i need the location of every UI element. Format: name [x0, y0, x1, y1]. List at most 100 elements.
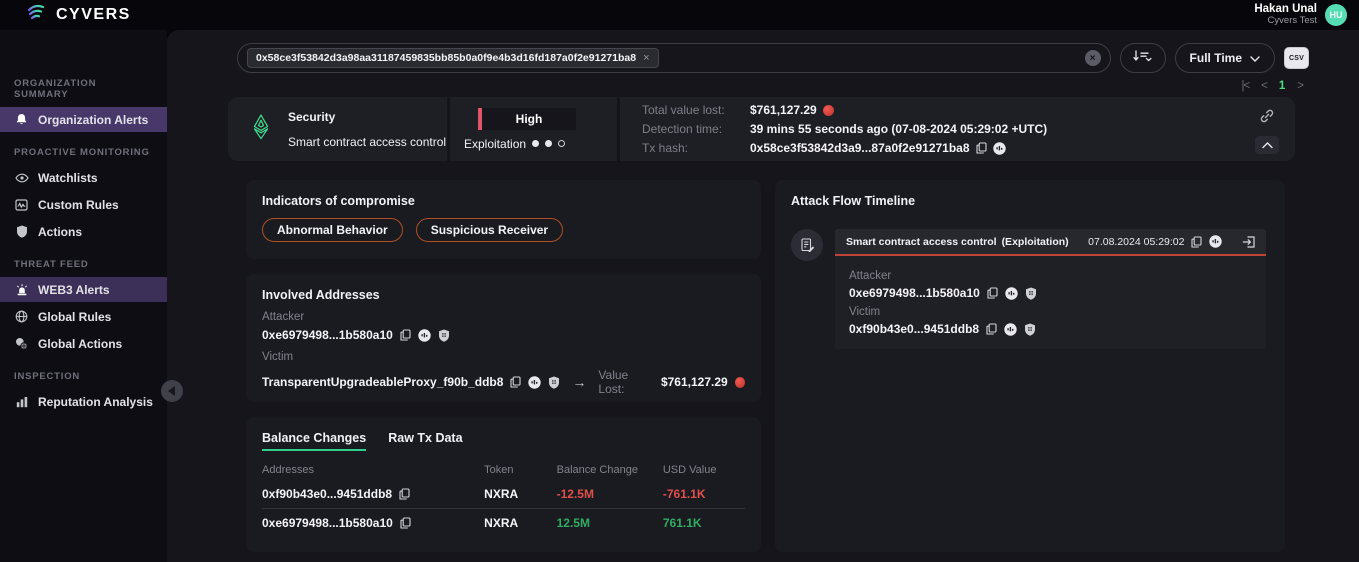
search-chip-text: 0x58ce3f53842d3a98aa31187459835bb85b0a0f… [256, 52, 636, 64]
main-content: 0x58ce3f53842d3a98aa31187459835bb85b0a0f… [167, 30, 1359, 562]
total-value-lost-label: Total value lost: [642, 102, 750, 118]
sort-button[interactable] [1120, 43, 1166, 73]
shield-scan-icon[interactable] [1025, 287, 1037, 300]
rules-chart-icon [14, 199, 29, 211]
indicators-title: Indicators of compromise [262, 194, 745, 208]
total-value-lost: $761,127.29 [750, 102, 817, 118]
time-filter-value: Full Time [1190, 51, 1242, 65]
timeline-event-header: Smart contract access control (Exploitat… [835, 229, 1266, 256]
sidebar-item-custom-rules[interactable]: Custom Rules [0, 192, 167, 217]
copy-icon[interactable] [986, 323, 997, 335]
timeline-title: Attack Flow Timeline [791, 194, 1269, 208]
sidebar-item-watchlists[interactable]: Watchlists [0, 165, 167, 190]
severity-badge: High [478, 108, 576, 130]
shield-scan-icon[interactable] [548, 376, 560, 389]
row-token: NXRA [484, 487, 556, 501]
shield-icon [14, 225, 29, 238]
victim-label: Victim [849, 306, 1252, 318]
sidebar-item-label: Actions [38, 225, 82, 239]
phase-dot-hollow [558, 140, 565, 147]
copy-icon[interactable] [399, 488, 410, 500]
row-balance-change: -12.5M [557, 487, 663, 501]
search-filter-chip[interactable]: 0x58ce3f53842d3a98aa31187459835bb85b0a0f… [247, 48, 659, 68]
sidebar: ORGANIZATION SUMMARY Organization Alerts… [0, 30, 167, 562]
row-address: 0xe6979498...1b580a10 [262, 516, 393, 530]
copy-icon[interactable] [510, 376, 521, 388]
table-row: 0xf90b43e0...9451ddb8 NXRA -12.5M -761.1… [262, 480, 745, 508]
sidebar-item-actions[interactable]: Actions [0, 219, 167, 244]
etherscan-icon[interactable] [1004, 323, 1017, 336]
export-csv-button[interactable]: CSV [1284, 47, 1309, 69]
row-balance-change: 12.5M [557, 516, 663, 530]
copy-icon[interactable] [976, 142, 987, 154]
etherscan-icon[interactable] [993, 142, 1006, 155]
row-usd-value: 761.1K [663, 516, 745, 530]
value-lost-label: Value Lost: [598, 368, 654, 396]
copy-icon[interactable] [987, 287, 998, 299]
collapse-alert-button[interactable] [1255, 136, 1279, 154]
user-menu[interactable]: Hakan Unal Cyvers Test HU [1254, 3, 1347, 27]
etherscan-icon[interactable] [418, 329, 431, 342]
section-inspection: INSPECTION [14, 371, 153, 382]
attacker-label: Attacker [849, 270, 1252, 282]
row-usd-value: -761.1K [663, 487, 745, 501]
brand-name: CYVERS [56, 6, 131, 24]
etherscan-icon[interactable] [1005, 287, 1018, 300]
copy-icon[interactable] [1191, 236, 1202, 248]
sidebar-item-global-actions[interactable]: Global Actions [0, 331, 167, 356]
sidebar-item-global-rules[interactable]: Global Rules [0, 304, 167, 329]
sidebar-collapse-button[interactable] [161, 380, 183, 402]
avatar[interactable]: HU [1325, 4, 1347, 26]
row-token: NXRA [484, 516, 556, 530]
token-red-icon [735, 377, 745, 388]
tab-raw-tx-data[interactable]: Raw Tx Data [388, 431, 462, 451]
alert-type: Smart contract access control [288, 135, 446, 149]
section-organization-summary: ORGANIZATION SUMMARY [14, 78, 153, 100]
table-row: 0xe6979498...1b580a10 NXRA 12.5M 761.1K [262, 508, 745, 537]
time-filter-button[interactable]: Full Time [1175, 43, 1275, 73]
section-threat-feed: THREAT FEED [14, 259, 153, 270]
pagination-first-button[interactable]: |< [1241, 80, 1249, 92]
timeline-event-body: Attacker 0xe6979498...1b580a10 Victim 0x [835, 256, 1266, 349]
shield-scan-icon[interactable] [438, 329, 450, 342]
link-icon[interactable] [1259, 108, 1275, 124]
sidebar-item-reputation-analysis[interactable]: Reputation Analysis [0, 389, 167, 414]
brand: CYVERS [26, 4, 131, 26]
event-title: Smart contract access control [846, 236, 997, 248]
balance-table-header: Addresses Token Balance Change USD Value [262, 460, 745, 480]
etherscan-icon[interactable] [1209, 235, 1222, 248]
sidebar-item-label: Custom Rules [38, 198, 119, 212]
indicators-panel: Indicators of compromise Abnormal Behavi… [246, 180, 761, 259]
siren-icon [14, 284, 29, 296]
tx-hash: 0x58ce3f53842d3a9...87a0f2e91271ba8 [750, 140, 970, 156]
sort-icon [1132, 49, 1153, 67]
copy-icon[interactable] [400, 517, 411, 529]
detection-time: 39 mins 55 seconds ago (07-08-2024 05:29… [750, 121, 1047, 137]
attacker-label: Attacker [262, 311, 745, 323]
alert-summary-card: Security Smart contract access control H… [228, 97, 1295, 161]
attacker-address: 0xe6979498...1b580a10 [262, 328, 393, 342]
search-clear-button[interactable]: × [1085, 50, 1101, 66]
shield-scan-icon[interactable] [1024, 323, 1036, 336]
pagination-prev-button[interactable]: < [1261, 80, 1267, 92]
pagination-current-page: 1 [1279, 80, 1285, 92]
pagination: |< < 1 > [167, 79, 1303, 93]
copy-icon[interactable] [400, 329, 411, 341]
detection-time-label: Detection time: [642, 121, 750, 137]
document-edit-icon [791, 229, 823, 261]
sidebar-item-organization-alerts[interactable]: Organization Alerts [0, 107, 167, 132]
sidebar-item-label: WEB3 Alerts [38, 283, 110, 297]
globe-icon [14, 310, 29, 323]
ioc-chip-abnormal-behavior: Abnormal Behavior [262, 218, 403, 242]
victim-address: TransparentUpgradeableProxy_f90b_ddb8 [262, 375, 503, 389]
phase-dot-filled [532, 140, 539, 147]
chip-remove-icon[interactable]: × [643, 52, 649, 64]
open-event-icon[interactable] [1242, 236, 1255, 248]
search-input[interactable]: 0x58ce3f53842d3a98aa31187459835bb85b0a0f… [237, 43, 1111, 73]
pagination-next-button[interactable]: > [1297, 80, 1303, 92]
sidebar-item-web3-alerts[interactable]: WEB3 Alerts [0, 277, 167, 302]
event-timestamp: 07.08.2024 05:29:02 [1088, 236, 1184, 248]
tab-balance-changes[interactable]: Balance Changes [262, 431, 366, 451]
event-phase: (Exploitation) [1002, 236, 1069, 248]
etherscan-icon[interactable] [528, 376, 541, 389]
